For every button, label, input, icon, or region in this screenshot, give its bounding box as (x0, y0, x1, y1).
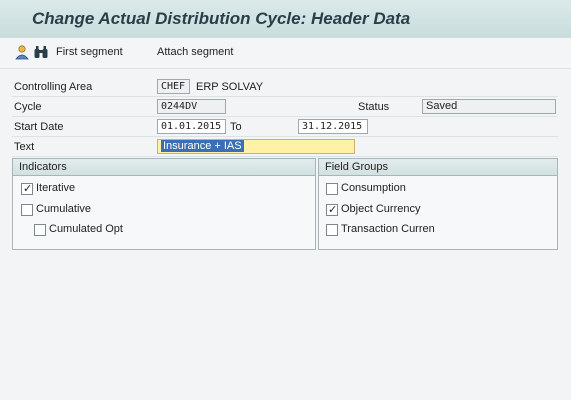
text-field-value: Insurance + IAS (161, 140, 244, 152)
transaction-curren-label: Transaction Curren (341, 223, 435, 235)
text-field[interactable]: Insurance + IAS (157, 139, 355, 154)
controlling-area-label: Controlling Area (14, 81, 93, 93)
iterative-label: Iterative (36, 182, 76, 194)
status-field: Saved (422, 99, 556, 114)
person-icon[interactable] (14, 44, 30, 60)
to-label: To (230, 121, 242, 133)
cumulative-label: Cumulative (36, 203, 92, 215)
object-currency-label: Object Currency (341, 203, 421, 215)
indicators-group: Indicators ✓ Iterative Cumulative Cumula… (12, 158, 316, 250)
title-bar: Change Actual Distribution Cycle: Header… (0, 0, 571, 38)
checkbox-box: ✓ (326, 204, 338, 216)
field-groups-group: Field Groups Consumption ✓ Object Curren… (318, 158, 558, 250)
status-label: Status (358, 101, 390, 113)
checkbox-box: ✓ (21, 183, 33, 195)
cumulated-opt-label: Cumulated Opt (49, 223, 123, 235)
cycle-label: Cycle (14, 101, 42, 113)
start-date-field[interactable]: 01.01.2015 (157, 119, 226, 134)
controlling-area-description: ERP SOLVAY (196, 81, 264, 93)
field-groups-header: Field Groups (319, 159, 557, 176)
checkbox-box (326, 183, 338, 195)
checkbox-box (326, 224, 338, 236)
first-segment-button[interactable]: First segment (56, 46, 123, 58)
attach-segment-button[interactable]: Attach segment (157, 46, 233, 58)
controlling-area-field[interactable]: CHEF (157, 79, 190, 94)
to-date-field[interactable]: 31.12.2015 (298, 119, 368, 134)
checkbox-box (21, 204, 33, 216)
checkbox-box (34, 224, 46, 236)
cycle-field[interactable]: 0244DV (157, 99, 226, 114)
indicators-header: Indicators (13, 159, 315, 176)
check-mark-icon: ✓ (328, 204, 338, 216)
start-date-label: Start Date (14, 121, 64, 133)
text-label: Text (14, 141, 35, 153)
consumption-label: Consumption (341, 182, 406, 194)
application-toolbar: First segment Attach segment (0, 38, 571, 69)
window-title: Change Actual Distribution Cycle: Header… (32, 9, 411, 28)
binoculars-icon[interactable] (33, 44, 49, 60)
row-controlling-area (12, 78, 558, 97)
check-mark-icon: ✓ (23, 183, 33, 195)
row-start-date (12, 118, 558, 137)
